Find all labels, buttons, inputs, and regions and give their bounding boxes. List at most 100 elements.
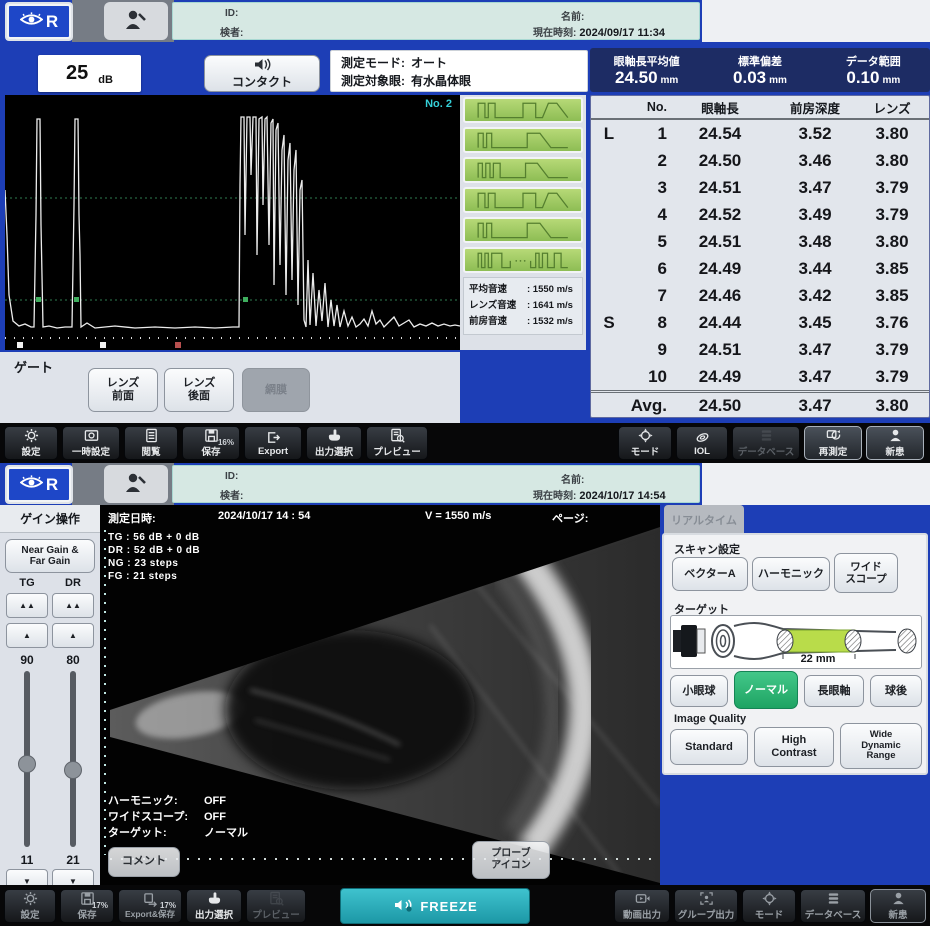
video-output-button[interactable]: 動画出力 — [614, 889, 670, 923]
bscan-image-area[interactable]: 測定日時: 2024/10/17 14 : 54 V = 1550 m/s ペー… — [100, 505, 660, 885]
browse-button[interactable]: 閲覧 — [124, 426, 178, 460]
iol-button[interactable]: IOL — [676, 426, 728, 460]
comment-button[interactable]: コメント — [108, 847, 180, 877]
mode-icon — [638, 428, 653, 443]
freeze-button[interactable]: FREEZE — [340, 888, 530, 924]
tg-up-button[interactable]: ▲ — [6, 623, 48, 648]
preview-button: プレビュー — [246, 889, 306, 923]
retina-gate-button: 網膜 — [242, 368, 310, 412]
eye-side-label: R — [46, 12, 58, 32]
output-select-button[interactable]: 出力選択 — [186, 889, 242, 923]
near-far-gain-button[interactable]: Near Gain & Far Gain — [5, 539, 95, 573]
lens-back-gate-button[interactable]: レンズ 後面 — [164, 368, 234, 412]
table-row[interactable]: 1024.493.473.79 — [591, 363, 929, 390]
table-row[interactable]: 724.463.423.85 — [591, 282, 929, 309]
gain-db-display[interactable]: 25 dB — [38, 55, 141, 92]
iq-high-contrast-button[interactable]: High Contrast — [754, 727, 834, 767]
app-root: R ID: 検者: 名前: 現在時刻:2024/09/17 11:34 TOME… — [0, 0, 930, 926]
preview-button[interactable]: プレビュー — [366, 426, 428, 460]
remeasure-icon — [826, 428, 841, 443]
dr-slider-track[interactable] — [70, 671, 76, 847]
gate-pattern-button-4[interactable] — [463, 187, 583, 213]
table-average-row: Avg.24.503.473.80 — [591, 390, 929, 418]
gate-pattern-button-3[interactable] — [463, 157, 583, 183]
bscan-screen: R ID: 検者: 名前: 現在時刻:2024/10/17 14:54 TOME… — [0, 463, 930, 926]
gate-pattern-button-6[interactable] — [463, 247, 583, 273]
vector-a-button[interactable]: ベクターA — [672, 557, 748, 591]
iq-wide-dynamic-button[interactable]: Wide Dynamic Range — [840, 723, 922, 769]
patient-button[interactable] — [104, 2, 168, 40]
output-select-button[interactable]: 出力選択 — [306, 426, 362, 460]
tg-up-fast-button[interactable]: ▲▲ — [6, 593, 48, 618]
lens-front-gate-button[interactable]: レンズ 前面 — [88, 368, 158, 412]
dr-max-value: 80 — [51, 653, 95, 667]
save-button[interactable]: 17% 保存 — [60, 889, 114, 923]
brand-area: TOMEY Ver.00.0D L — [702, 463, 930, 505]
database-button[interactable]: データベース — [800, 889, 866, 923]
target-eye-row: 測定対象眼:有水晶体眼 — [341, 72, 587, 90]
save-progress: 17% — [92, 901, 108, 910]
trace-number: No. 2 — [425, 98, 452, 110]
tab-realtime[interactable]: リアルタイム — [664, 505, 744, 535]
examiner-label: 検者: — [220, 487, 243, 502]
gate-pattern-icon — [465, 189, 581, 211]
table-row[interactable]: S824.443.453.76 — [591, 309, 929, 336]
settings-button[interactable]: 設定 — [4, 426, 58, 460]
patient-info-bar[interactable]: ID: 検者: 名前: 現在時刻:2024/09/17 11:34 — [172, 2, 700, 40]
eye-side-button[interactable]: R — [5, 2, 73, 41]
ascan-waveform-area[interactable]: No. 2 — [5, 95, 460, 350]
gate-pattern-column: 平均音速: 1550 m/s レンズ音速: 1641 m/s 前房音速: 153… — [460, 95, 586, 350]
document-icon — [144, 428, 159, 443]
measure-datetime-label: 測定日時: — [108, 510, 156, 526]
table-row[interactable]: 224.503.463.80 — [591, 147, 929, 174]
gate-pattern-button-2[interactable] — [463, 127, 583, 153]
dr-up-fast-button[interactable]: ▲▲ — [52, 593, 94, 618]
table-row[interactable]: 624.493.443.85 — [591, 255, 929, 282]
new-patient-button[interactable]: 新患 — [866, 426, 924, 460]
gate-pattern-button-1[interactable] — [463, 97, 583, 123]
mean-velocity: 平均音速: 1550 m/s — [469, 282, 577, 298]
settings-button[interactable]: 設定 — [4, 889, 56, 923]
export-button[interactable]: Export — [244, 426, 302, 460]
export-save-button[interactable]: 17% Export&保存 — [118, 889, 182, 923]
patient-button[interactable] — [104, 465, 168, 503]
long-axis-button[interactable]: 長眼軸 — [804, 675, 864, 707]
iq-standard-button[interactable]: Standard — [670, 729, 748, 765]
temp-settings-button[interactable]: 一時設定 — [62, 426, 120, 460]
dr-slider-thumb[interactable] — [64, 761, 82, 779]
mode-button[interactable]: モード — [618, 426, 672, 460]
mean-axial-length: 眼軸長平均値 24.50mm — [590, 48, 703, 92]
mode-button[interactable]: モード — [742, 889, 796, 923]
new-patient-button[interactable]: 新患 — [870, 889, 926, 923]
table-row[interactable]: 324.513.473.79 — [591, 174, 929, 201]
dr-up-button[interactable]: ▲ — [52, 623, 94, 648]
iol-lens-icon — [695, 430, 710, 445]
patient-info-bar[interactable]: ID: 検者: 名前: 現在時刻:2024/10/17 14:54 — [172, 465, 700, 503]
mode-icon — [762, 891, 777, 906]
harmonic-button[interactable]: ハーモニック — [752, 557, 830, 591]
table-row[interactable]: 524.513.483.80 — [591, 228, 929, 255]
normal-target-button[interactable]: ノーマル — [734, 671, 798, 709]
group-output-button[interactable]: グループ出力 — [674, 889, 738, 923]
tg-slider-thumb[interactable] — [18, 755, 36, 773]
small-eye-button[interactable]: 小眼球 — [670, 675, 728, 707]
table-row[interactable]: L124.543.523.80 — [591, 120, 929, 147]
table-row[interactable]: 924.513.473.79 — [591, 336, 929, 363]
examiner-label: 検者: — [220, 24, 243, 39]
gate-pattern-button-5[interactable] — [463, 217, 583, 243]
gate-pattern-icon — [465, 219, 581, 241]
retrobulbar-button[interactable]: 球後 — [870, 675, 922, 707]
contact-button[interactable]: コンタクト — [204, 55, 320, 92]
axial-stats-bar: 眼軸長平均値 24.50mm 標準偏差 0.03mm データ範囲 0.10mm — [590, 48, 930, 92]
probe-icon-button[interactable]: プローブ アイコン — [472, 841, 550, 879]
database-icon — [826, 891, 841, 906]
remeasure-button[interactable]: 再測定 — [804, 426, 862, 460]
measurement-mode-row: 測定モード:オート — [341, 54, 587, 72]
wide-scope-button[interactable]: ワイド スコープ — [834, 553, 898, 593]
database-icon — [759, 428, 774, 443]
table-row[interactable]: 424.523.493.79 — [591, 201, 929, 228]
eye-side-button[interactable]: R — [5, 465, 73, 504]
gate-pattern-icon — [465, 99, 581, 121]
current-time: 現在時刻:2024/09/17 11:34 — [533, 24, 665, 39]
save-button[interactable]: 16% 保存 — [182, 426, 240, 460]
